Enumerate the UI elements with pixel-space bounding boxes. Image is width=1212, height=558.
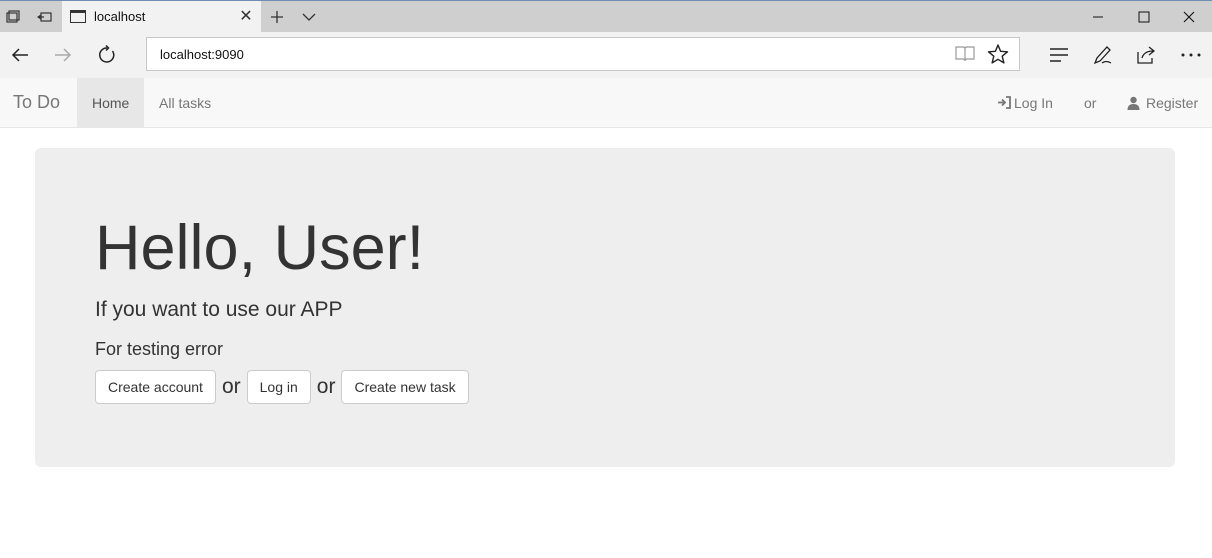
or-separator: or bbox=[316, 375, 336, 398]
new-tab-icon[interactable] bbox=[267, 7, 287, 27]
login-link[interactable]: Log In bbox=[997, 78, 1053, 127]
share-icon[interactable] bbox=[1130, 39, 1162, 71]
hub-icon[interactable] bbox=[1043, 39, 1075, 71]
create-new-task-button[interactable]: Create new task bbox=[341, 370, 469, 404]
log-in-button[interactable]: Log in bbox=[246, 370, 311, 404]
more-options-icon[interactable] bbox=[1175, 39, 1207, 71]
action-buttons: Create account or Log in or Create new t… bbox=[95, 370, 469, 404]
set-tabs-aside-icon[interactable] bbox=[35, 7, 55, 27]
tab-title: localhost bbox=[94, 9, 146, 24]
register-link[interactable]: Register bbox=[1127, 78, 1198, 127]
lead-text: If you want to use our APP bbox=[95, 298, 343, 321]
reading-view-icon[interactable] bbox=[955, 45, 975, 63]
forward-arrow-icon[interactable] bbox=[47, 39, 79, 71]
browser-tab-bar: localhost ✕ bbox=[0, 0, 1212, 33]
or-text: or bbox=[1084, 94, 1097, 111]
maximize-icon[interactable] bbox=[1121, 1, 1167, 33]
site-navbar: To Do Home All tasks Log In or Register bbox=[0, 78, 1212, 128]
refresh-icon[interactable] bbox=[91, 39, 123, 71]
login-label: Log In bbox=[1014, 94, 1053, 111]
jumbotron: Hello, User! If you want to use our APP … bbox=[35, 148, 1175, 467]
web-note-pen-icon[interactable] bbox=[1087, 39, 1119, 71]
close-tab-icon[interactable]: ✕ bbox=[236, 7, 256, 27]
minimize-icon[interactable] bbox=[1075, 1, 1121, 33]
brand-logo[interactable]: To Do bbox=[13, 92, 60, 113]
browser-toolbar: localhost:9090 bbox=[0, 32, 1212, 78]
address-bar[interactable]: localhost:9090 bbox=[146, 37, 1020, 71]
tab-actions-icon[interactable] bbox=[3, 7, 23, 27]
close-window-icon[interactable] bbox=[1166, 1, 1212, 33]
url-text[interactable]: localhost:9090 bbox=[160, 47, 244, 62]
create-account-button[interactable]: Create account bbox=[95, 370, 216, 404]
register-label: Register bbox=[1146, 94, 1199, 111]
login-icon bbox=[998, 96, 1011, 109]
page-heading: Hello, User! bbox=[95, 213, 425, 283]
subtext: For testing error bbox=[95, 339, 224, 359]
favorite-star-icon[interactable] bbox=[987, 43, 1009, 65]
tab-preview-chevron-icon[interactable] bbox=[299, 7, 319, 27]
back-arrow-icon[interactable] bbox=[4, 39, 36, 71]
page-icon bbox=[70, 10, 86, 23]
browser-tab[interactable]: localhost ✕ bbox=[62, 1, 261, 33]
nav-item-home[interactable]: Home bbox=[77, 78, 145, 127]
nav-item-all-tasks[interactable]: All tasks bbox=[144, 78, 226, 127]
user-icon bbox=[1127, 96, 1140, 110]
or-separator: or bbox=[221, 375, 241, 398]
